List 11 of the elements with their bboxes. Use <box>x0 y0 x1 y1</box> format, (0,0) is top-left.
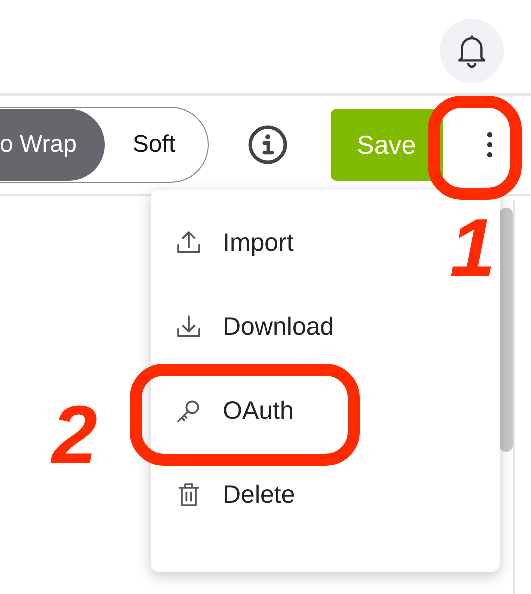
wrap-option[interactable]: Soft <box>104 109 204 181</box>
annotation-number: 2 <box>52 395 98 477</box>
annotation-number: 1 <box>450 208 496 290</box>
wrap-option[interactable]: o Wrap <box>0 109 105 181</box>
more-icon <box>486 130 494 160</box>
menu-item[interactable]: Import <box>151 201 441 285</box>
menu-item[interactable]: Download <box>151 285 441 369</box>
scrollbar-thumb[interactable] <box>500 208 513 452</box>
menu-item[interactable]: OAuth <box>151 369 441 453</box>
info-icon[interactable] <box>246 124 289 166</box>
menu-item[interactable]: Delete <box>151 453 441 537</box>
